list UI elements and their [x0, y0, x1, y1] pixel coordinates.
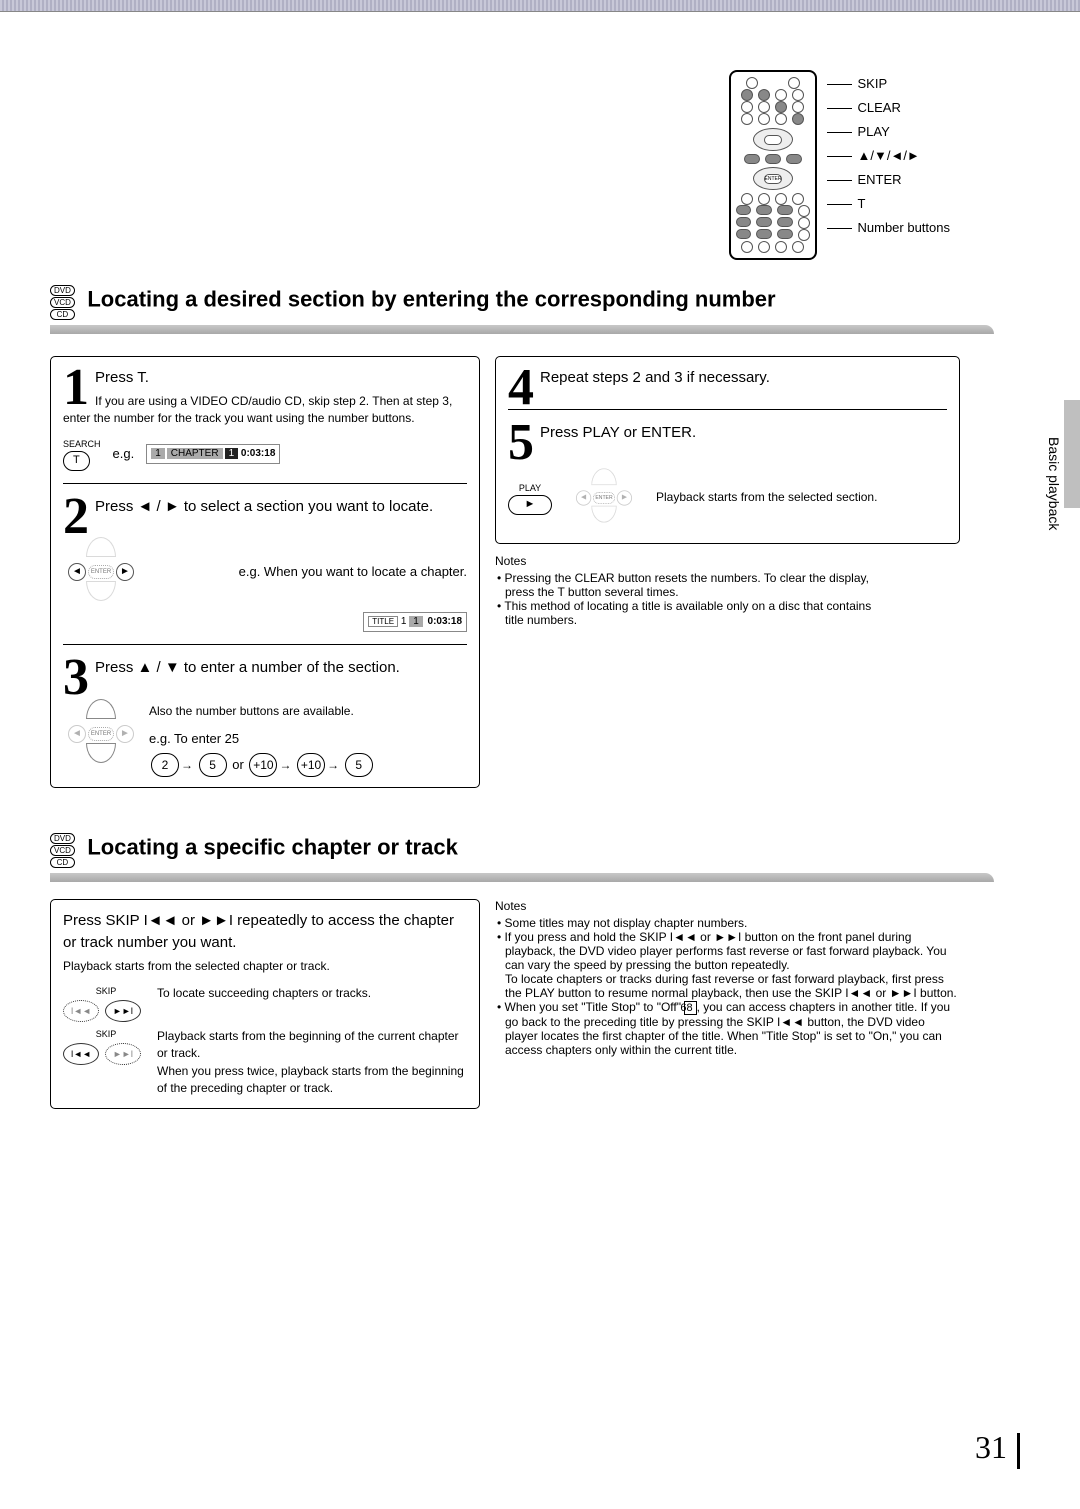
skip-fwd-icon: ►►I	[105, 1000, 141, 1022]
steps-box-right: 4 Repeat steps 2 and 3 if necessary. 5 P…	[495, 356, 960, 544]
heading-1-title: Locating a desired section by entering t…	[87, 287, 775, 312]
t-button: T	[63, 451, 90, 471]
step-5-title: Press PLAY or ENTER.	[508, 422, 947, 444]
step-4-num: 4	[508, 367, 534, 409]
label-play: PLAY	[827, 124, 951, 139]
section-heading-2: DVDVCDCD Locating a specific chapter or …	[50, 828, 994, 874]
step-4-title: Repeat steps 2 and 3 if necessary.	[508, 367, 947, 389]
step-3-sub: Also the number buttons are available.	[149, 703, 467, 720]
label-t: T	[827, 196, 951, 211]
label-arrows: ▲/▼/◄/►	[827, 148, 951, 163]
dpad-icon: ◄ENTER►	[63, 537, 139, 607]
step-5-num: 5	[508, 422, 534, 464]
page-ref: 68	[684, 1001, 696, 1015]
remote-labels: SKIP CLEAR PLAY ▲/▼/◄/► ENTER T Number b…	[827, 70, 951, 235]
remote-graphic: ENTER	[729, 70, 817, 260]
osd-display-2: TITLE 1 1 0:03:18	[363, 612, 467, 633]
side-tab: Basic playback	[1032, 400, 1062, 560]
skip-rev-text: Playback starts from the beginning of th…	[157, 1028, 467, 1098]
page-number: 31	[975, 1429, 1020, 1469]
heading-2-title: Locating a specific chapter or track	[87, 835, 457, 860]
notes-2: Notes Some titles may not display chapte…	[495, 899, 960, 1057]
skip-sub: Playback starts from the selected chapte…	[63, 958, 467, 975]
step-1-title: Press T.	[63, 367, 467, 389]
skip-fwd-text: To locate succeeding chapters or tracks.	[157, 985, 467, 1024]
step-2-num: 2	[63, 496, 89, 538]
label-skip: SKIP	[827, 76, 951, 91]
step-1-num: 1	[63, 367, 89, 409]
step-3-eg: e.g. To enter 25	[149, 730, 467, 749]
skip-box: Press SKIP I◄◄ or ►►I repeatedly to acce…	[50, 899, 480, 1109]
dpad-icon-3: ◄ENTER►	[572, 468, 637, 527]
remote-diagram: ENTER SKIP CLEAR PLAY ▲/▼/◄/► ENTER T Nu…	[50, 70, 950, 260]
label-number: Number buttons	[827, 220, 951, 235]
section-heading-1: DVDVCDCD Locating a desired section by e…	[50, 280, 994, 326]
label-enter: ENTER	[827, 172, 951, 187]
skip-title: Press SKIP I◄◄ or ►►I repeatedly to acce…	[63, 910, 467, 954]
play-button: ►	[508, 495, 552, 515]
step-3-title: Press ▲ / ▼ to enter a number of the sec…	[63, 657, 467, 679]
disc-icons: DVDVCDCD	[50, 285, 75, 320]
step-1-sub: If you are using a VIDEO CD/audio CD, sk…	[63, 393, 467, 428]
label-clear: CLEAR	[827, 100, 951, 115]
step-3-num: 3	[63, 657, 89, 699]
notes-1: Notes Pressing the CLEAR button resets t…	[495, 554, 892, 627]
osd-display-1: 1CHAPTER1 0:03:18	[146, 444, 280, 465]
step-5-sub: Playback starts from the selected sectio…	[656, 489, 877, 506]
step-2-title: Press ◄ / ► to select a section you want…	[63, 496, 467, 518]
steps-box-left: 1 Press T. If you are using a VIDEO CD/a…	[50, 356, 480, 788]
disc-icons-2: DVDVCDCD	[50, 833, 75, 868]
dpad-icon-2: ◄ENTER►	[63, 699, 139, 769]
skip-rev-icon: I◄◄	[63, 1043, 99, 1065]
